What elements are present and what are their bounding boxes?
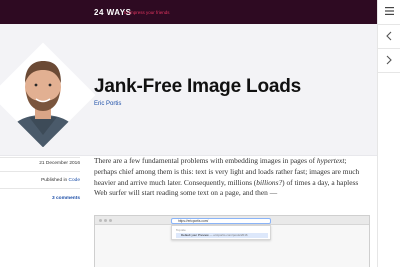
suggestion-title: Default your Preview [181,233,209,237]
site-header: 24 WAYS to impress your friends [0,0,377,24]
site-tagline: to impress your friends [124,10,170,15]
menu-icon [384,7,394,15]
comments-link[interactable]: 3 comments [0,196,80,201]
article-title: Jank-Free Image Loads [94,76,301,97]
next-article-button[interactable] [378,49,400,71]
meta-divider [0,188,80,189]
category-link[interactable]: Code [69,178,80,183]
published-prefix: Published in [41,178,69,183]
author-link[interactable]: Eric Portis [94,101,121,107]
published-in: Published in Code [0,178,80,183]
browser-toolbar: https://ericportis.com/ [95,216,369,225]
menu-button[interactable] [378,0,400,22]
browser-url-bar: https://ericportis.com/ [171,217,271,224]
intro-text-1: There are a few fundamental problems wit… [94,156,317,165]
intro-hypertext: hypertext [316,156,345,165]
meta-divider [0,171,80,172]
side-navigation [377,0,400,267]
suggestion-heading: Top site [176,228,186,232]
article-intro-paragraph: There are a few fundamental problems wit… [94,156,364,199]
meta-divider [0,157,80,158]
nav-divider [378,72,400,73]
intro-billions: billions? [256,177,283,187]
window-controls [99,219,112,222]
chevron-right-icon [386,55,392,65]
url-suggestions-dropdown: Top site Default your Preview — ericport… [171,225,271,240]
publish-date: 21 December 2016 [39,161,80,166]
article-figure-screenshot: https://ericportis.com/ Top site Default… [94,215,370,267]
suggestion-url: — ericportis.com/posts/2016 [208,233,248,237]
chevron-left-icon [386,31,392,41]
suggestion-item: Default your Preview — ericportis.com/po… [176,233,268,238]
previous-article-button[interactable] [378,25,400,47]
